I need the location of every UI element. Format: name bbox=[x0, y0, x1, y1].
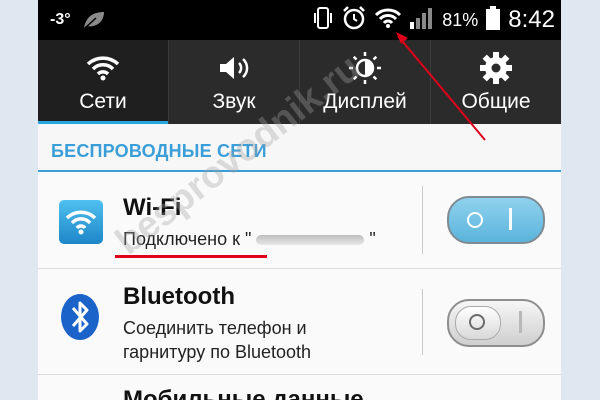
redacted-network-name bbox=[256, 235, 365, 246]
alarm-icon bbox=[341, 5, 367, 36]
bluetooth-toggle[interactable] bbox=[447, 299, 545, 347]
gear-icon bbox=[479, 48, 513, 88]
clock: 8:42 bbox=[508, 6, 555, 33]
toggle-off-mark bbox=[469, 314, 485, 330]
tab-label: Звук bbox=[212, 90, 256, 113]
row-divider bbox=[422, 186, 423, 254]
mobile-data-title: Мобильные данные bbox=[123, 386, 364, 400]
status-signal-text: -3° bbox=[50, 11, 71, 28]
bluetooth-row[interactable]: Bluetooth Соединить телефон и гарнитуру … bbox=[38, 269, 561, 375]
toggle-on-mark bbox=[519, 311, 522, 333]
toggle-off-mark bbox=[467, 212, 483, 228]
leaf-icon bbox=[82, 10, 106, 35]
bluetooth-icon bbox=[60, 293, 100, 346]
tab-networks[interactable]: Сети bbox=[38, 40, 168, 124]
battery-percent: 81% bbox=[442, 9, 479, 30]
tab-general[interactable]: Общие bbox=[430, 40, 561, 124]
wifi-toggle[interactable] bbox=[447, 196, 545, 244]
tab-label: Сети bbox=[79, 90, 127, 113]
signal-bars-icon bbox=[409, 6, 435, 35]
tab-label: Общие bbox=[461, 90, 531, 113]
settings-screen: -3° 81% 8:42 Сети Звук Дисплей Общие БЕС… bbox=[38, 0, 561, 400]
toggle-on-mark bbox=[509, 208, 512, 230]
wifi-row[interactable]: Wi-Fi Подключено к " " bbox=[38, 172, 561, 269]
battery-icon bbox=[485, 5, 501, 36]
wifi-settings-icon bbox=[58, 199, 104, 250]
wifi-icon bbox=[86, 48, 120, 88]
mobile-data-row[interactable]: Мобильные данные bbox=[38, 375, 561, 400]
speaker-icon bbox=[217, 48, 251, 88]
row-divider bbox=[422, 289, 423, 355]
status-bar: -3° 81% 8:42 bbox=[38, 0, 561, 40]
bluetooth-desc-line2: гарнитуру по Bluetooth bbox=[123, 342, 312, 362]
bluetooth-desc-line1: Соединить телефон и bbox=[123, 318, 307, 338]
vibrate-icon bbox=[312, 5, 334, 36]
wifi-status-end: " bbox=[369, 229, 376, 249]
wifi-icon bbox=[374, 7, 402, 34]
bluetooth-title: Bluetooth bbox=[123, 283, 235, 310]
